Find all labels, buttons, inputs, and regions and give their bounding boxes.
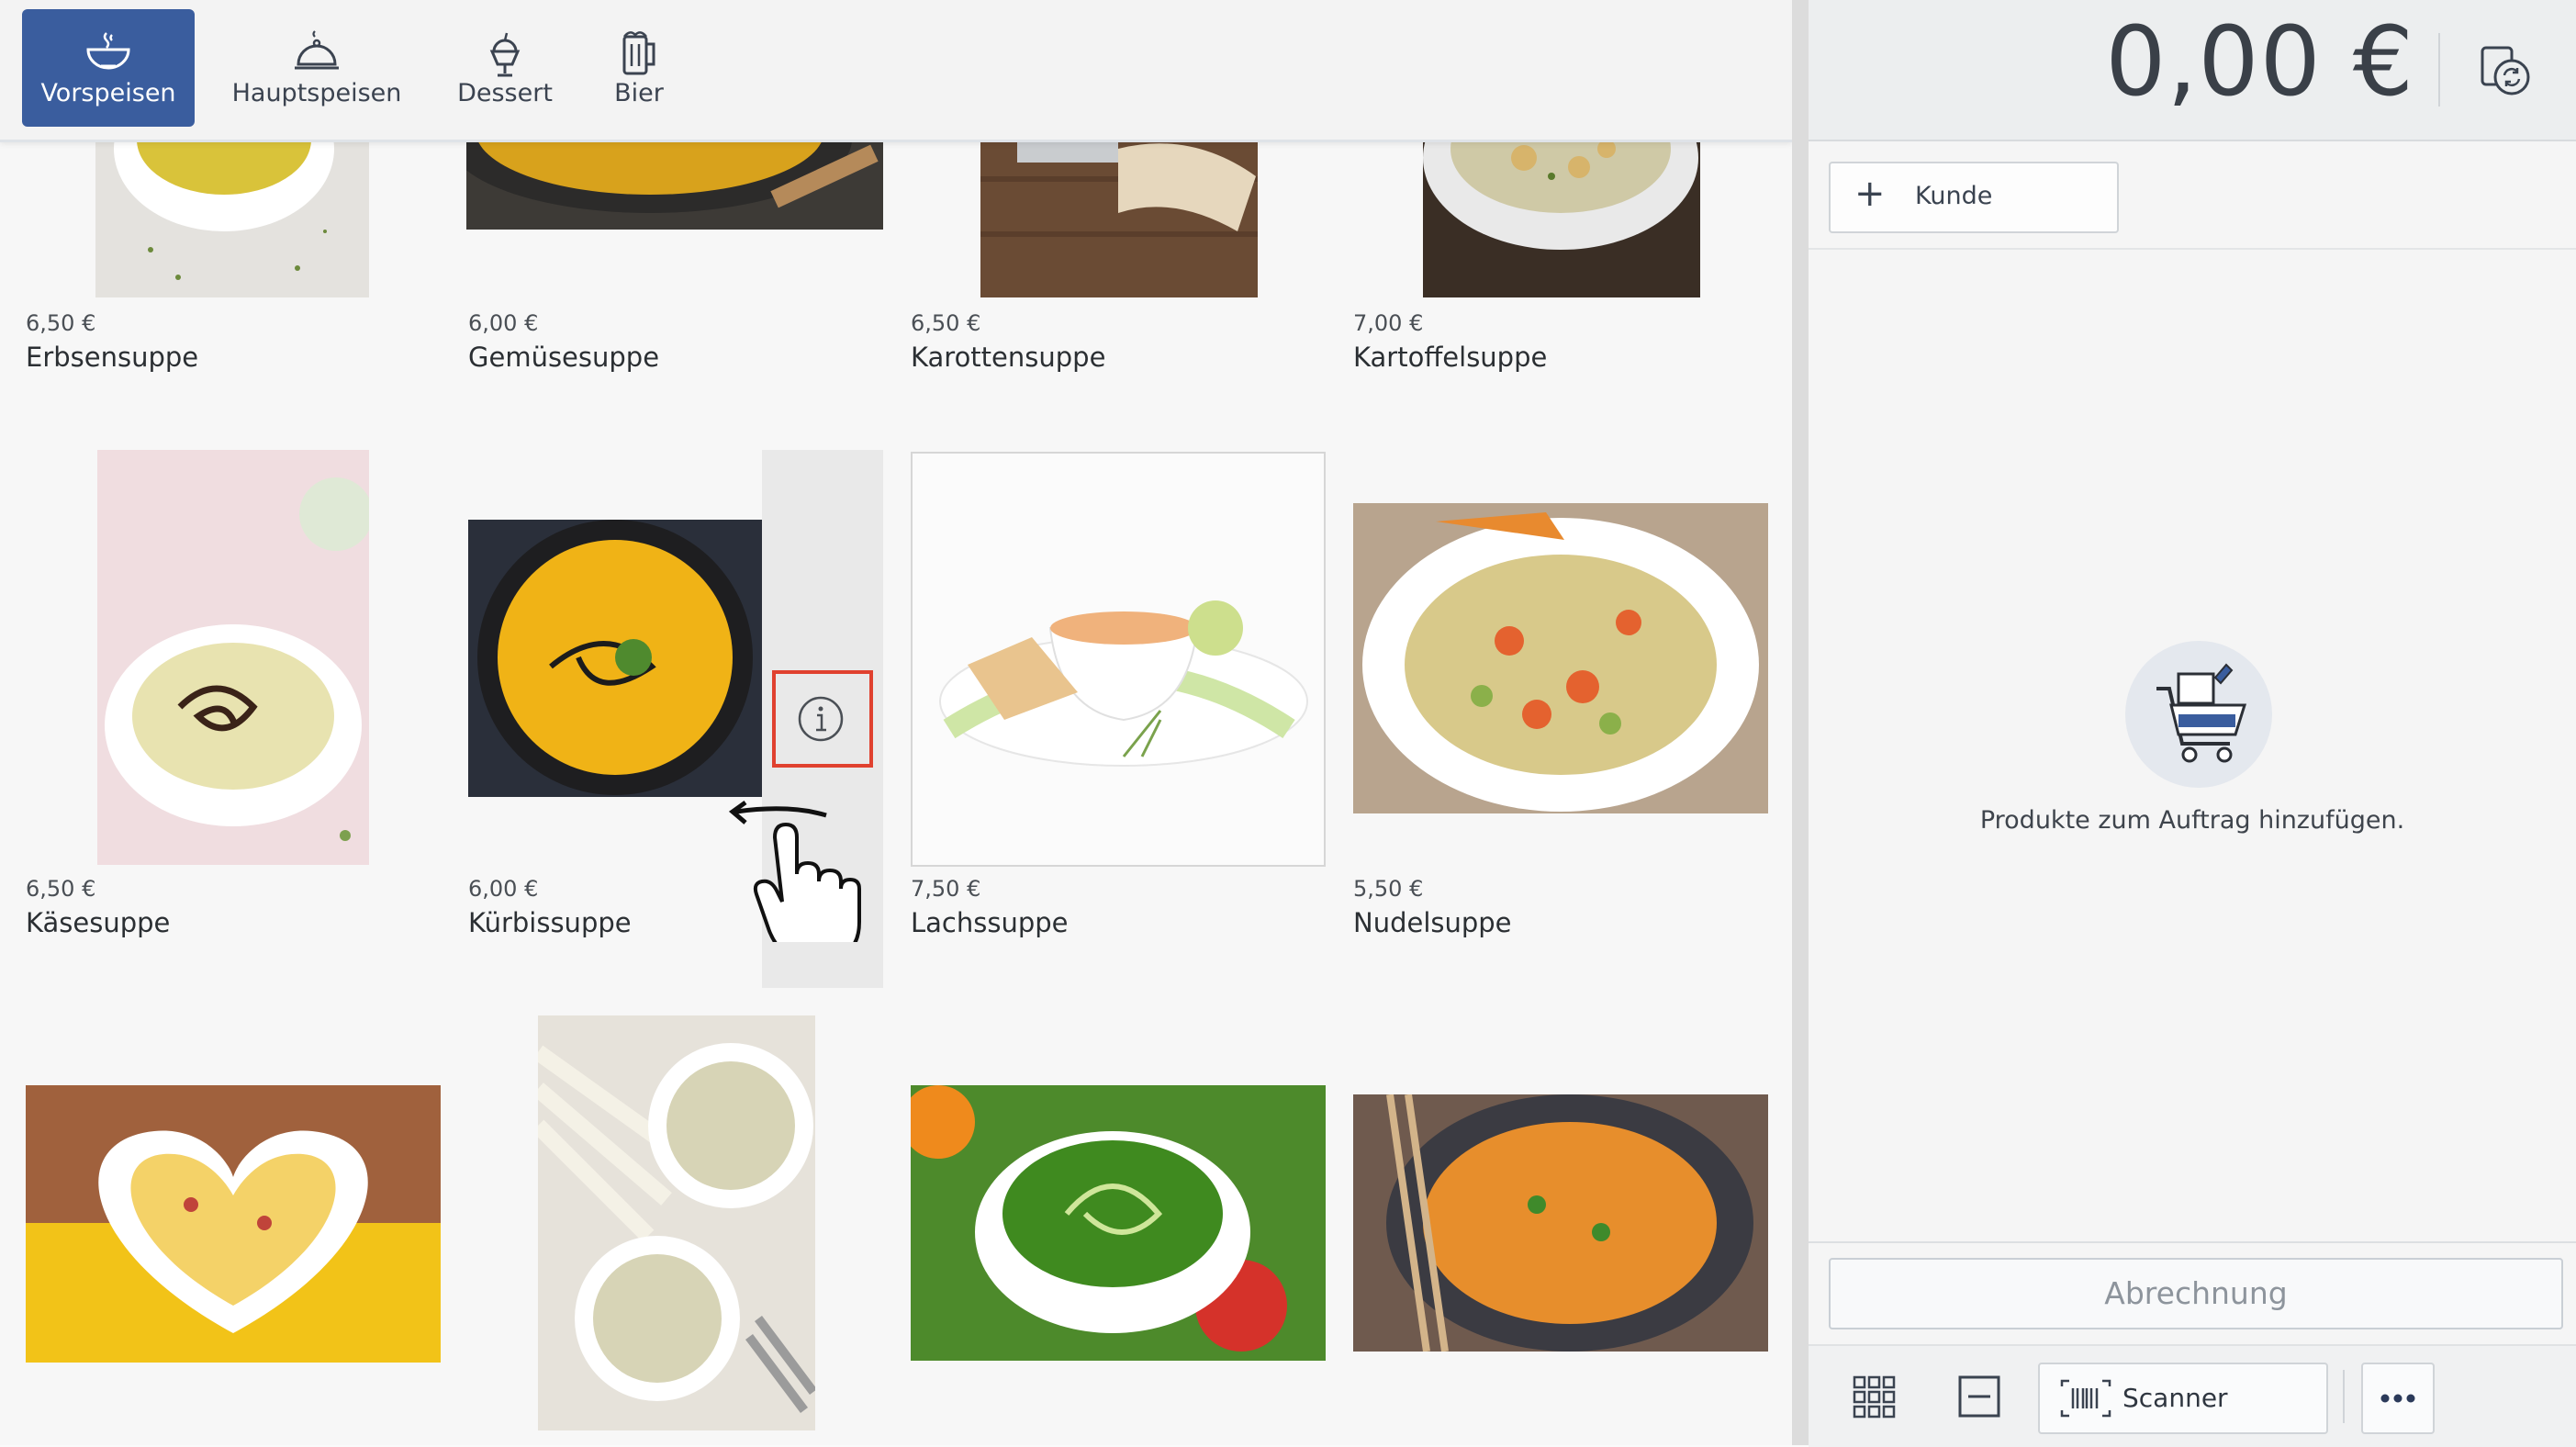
product-image[interactable] bbox=[1353, 1094, 1768, 1352]
product-image[interactable] bbox=[468, 520, 762, 797]
divider bbox=[2343, 1370, 2345, 1423]
currency-exchange-icon bbox=[2481, 46, 2530, 95]
scanner-label: Scanner bbox=[2122, 1383, 2228, 1413]
product-image[interactable] bbox=[26, 1085, 441, 1363]
product-price: 6,00 € bbox=[468, 876, 539, 902]
product-name: Karottensuppe bbox=[911, 342, 1106, 373]
category-label: Dessert bbox=[457, 79, 553, 107]
info-button[interactable] bbox=[797, 695, 845, 743]
pea-soup-photo bbox=[95, 140, 369, 297]
product-image[interactable] bbox=[466, 140, 883, 230]
grid-view-button[interactable] bbox=[1847, 1363, 1902, 1430]
more-dots-icon bbox=[2380, 1394, 2415, 1403]
bottom-toolbar: Scanner bbox=[1809, 1344, 2576, 1447]
product-name: Lachssuppe bbox=[911, 907, 1069, 938]
product-name: Nudelsuppe bbox=[1353, 907, 1512, 938]
empty-cart-message: Produkte zum Auftrag hinzufügen. bbox=[1979, 806, 2405, 835]
carrot-soup-photo bbox=[980, 140, 1258, 297]
cheese-soup-photo bbox=[97, 450, 369, 865]
green-soup-photo bbox=[911, 1085, 1326, 1361]
add-customer-label: Kunde bbox=[1915, 182, 1993, 210]
category-label: Hauptspeisen bbox=[231, 79, 402, 107]
minus-button[interactable] bbox=[1952, 1363, 2007, 1430]
cart-illustration bbox=[2125, 641, 2272, 788]
product-image[interactable] bbox=[1423, 140, 1700, 297]
more-options-button[interactable] bbox=[2361, 1363, 2435, 1434]
category-bar: Vorspeisen Hauptspeisen Dessert Bier bbox=[0, 0, 1792, 142]
product-name: Käsesuppe bbox=[26, 907, 171, 938]
customer-bar: + Kunde bbox=[1809, 141, 2576, 250]
product-area: Vorspeisen Hauptspeisen Dessert Bier 6,5… bbox=[0, 0, 1792, 1445]
product-price: 5,50 € bbox=[1353, 876, 1424, 902]
product-image[interactable] bbox=[911, 452, 1326, 867]
product-name: Kürbissuppe bbox=[468, 907, 632, 938]
product-image[interactable] bbox=[911, 1085, 1326, 1361]
divider bbox=[1809, 1241, 2576, 1243]
plus-icon: + bbox=[1854, 173, 1886, 215]
product-name: Gemüsesuppe bbox=[468, 342, 660, 373]
category-label: Bier bbox=[614, 79, 664, 107]
order-total: 0,00 € bbox=[2105, 6, 2414, 118]
cloche-icon bbox=[295, 30, 339, 70]
product-price: 6,50 € bbox=[911, 310, 981, 336]
beer-mug-icon bbox=[622, 31, 655, 75]
barcode-icon bbox=[2060, 1379, 2111, 1418]
asparagus-soup-photo bbox=[538, 1015, 815, 1430]
product-image[interactable] bbox=[1353, 503, 1768, 813]
hand-swipe-icon bbox=[728, 800, 861, 960]
info-icon bbox=[798, 696, 844, 742]
ice-cream-icon bbox=[489, 32, 521, 77]
soup-bowl-icon bbox=[86, 32, 130, 70]
product-image[interactable] bbox=[95, 140, 369, 297]
scrollbar[interactable] bbox=[1792, 0, 1809, 1445]
product-price: 7,00 € bbox=[1353, 310, 1424, 336]
product-price: 7,50 € bbox=[911, 876, 981, 902]
category-label: Vorspeisen bbox=[40, 79, 176, 107]
product-price: 6,00 € bbox=[468, 310, 539, 336]
order-panel: 0,00 € + Kunde Produkte zum Auftrag hinz… bbox=[1809, 0, 2576, 1447]
product-price: 6,50 € bbox=[26, 310, 96, 336]
product-name: Kartoffelsuppe bbox=[1353, 342, 1548, 373]
salmon-soup-photo bbox=[913, 454, 1324, 865]
checkout-button[interactable]: Abrechnung bbox=[1829, 1258, 2563, 1329]
add-customer-button[interactable]: + Kunde bbox=[1829, 162, 2119, 233]
vegetable-soup-photo bbox=[466, 140, 883, 230]
product-image[interactable] bbox=[538, 1015, 815, 1430]
total-bar: 0,00 € bbox=[1809, 0, 2576, 141]
grid-icon bbox=[1853, 1375, 1896, 1419]
product-name: Erbsensuppe bbox=[26, 342, 199, 373]
potato-soup-photo bbox=[1423, 140, 1700, 297]
shopping-cart-icon bbox=[2156, 663, 2247, 763]
currency-switch-button[interactable] bbox=[2477, 42, 2536, 101]
pumpkin-soup-photo bbox=[468, 520, 762, 797]
scrambled-egg-photo bbox=[26, 1085, 441, 1363]
category-tab-bier[interactable]: Bier bbox=[593, 9, 685, 127]
divider bbox=[2438, 33, 2440, 107]
swipe-gesture-hint bbox=[716, 795, 872, 960]
category-tab-vorspeisen[interactable]: Vorspeisen bbox=[22, 9, 195, 127]
minus-box-icon bbox=[1958, 1375, 2000, 1418]
product-image[interactable] bbox=[97, 450, 369, 865]
product-image[interactable] bbox=[980, 140, 1258, 297]
orange-soup-photo bbox=[1353, 1094, 1768, 1352]
scanner-button[interactable]: Scanner bbox=[2038, 1363, 2328, 1434]
category-tab-hauptspeisen[interactable]: Hauptspeisen bbox=[217, 9, 417, 127]
product-price: 6,50 € bbox=[26, 876, 96, 902]
category-tab-dessert[interactable]: Dessert bbox=[439, 9, 571, 127]
noodle-soup-photo bbox=[1353, 503, 1768, 813]
